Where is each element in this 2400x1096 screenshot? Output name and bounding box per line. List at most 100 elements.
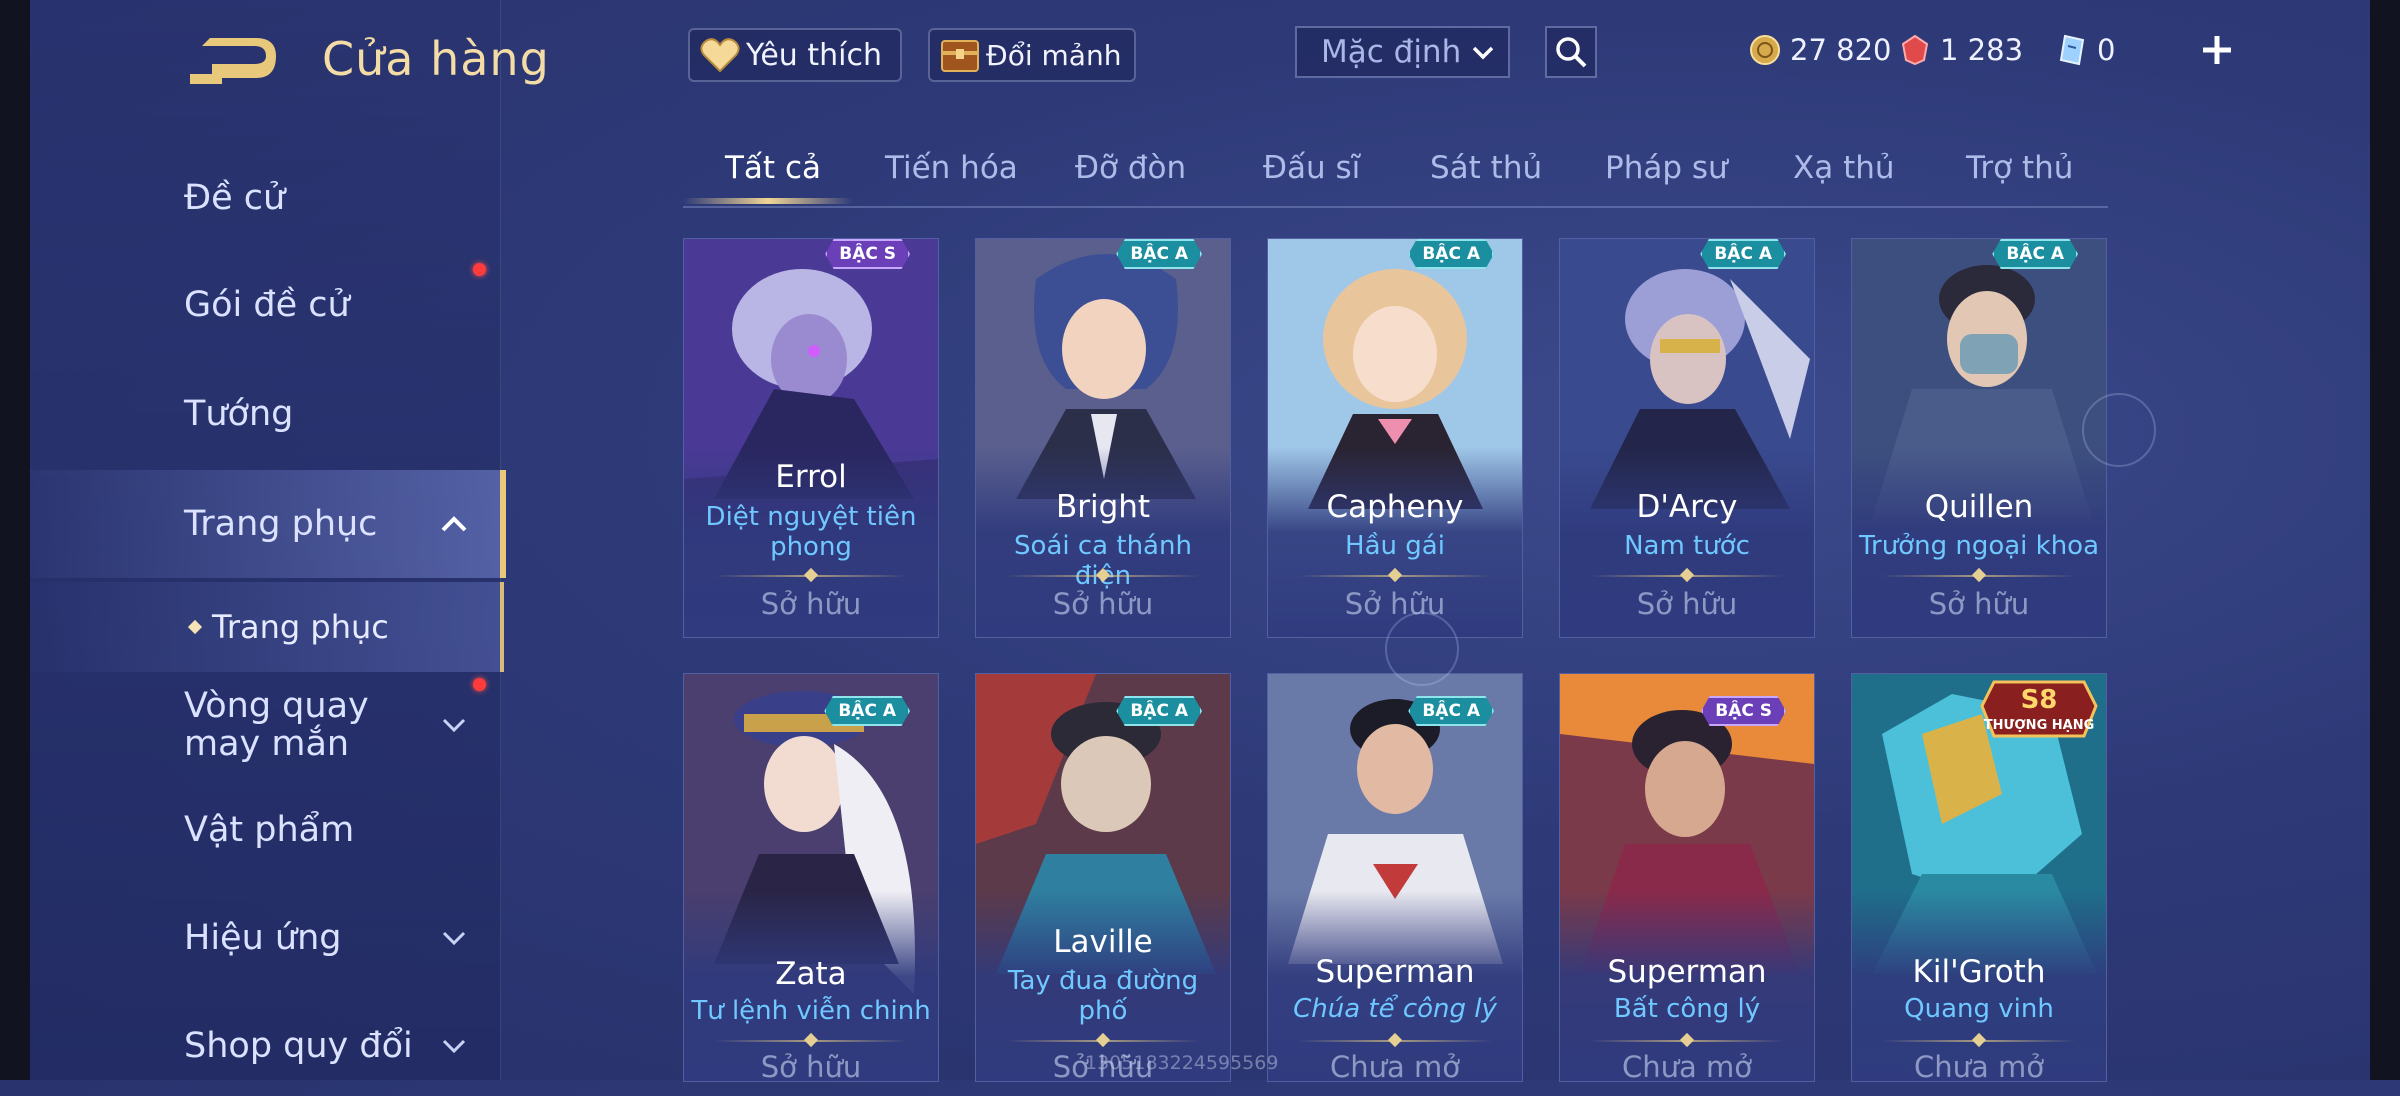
sidebar-subitem-trang-phuc[interactable]: Trang phục	[30, 582, 504, 672]
screen-edge-left	[0, 0, 30, 1080]
watermark: 1305183224595569	[1085, 1052, 1279, 1074]
svg-text:S8: S8	[2021, 685, 2058, 715]
sidebar-item-label: Đề cử	[184, 178, 286, 218]
sidebar-item-de-cu[interactable]: Đề cử	[30, 148, 500, 248]
touch-ripple	[1385, 612, 1459, 686]
rank-badge: BẬC A	[1992, 239, 2078, 269]
rank-badge: BẬC A	[1116, 239, 1202, 269]
hero-name: Zata	[775, 956, 847, 992]
sidebar-item-label: Tướng	[184, 394, 294, 434]
rank-badge: BẬC A	[1116, 696, 1202, 726]
back-button[interactable]	[180, 30, 280, 90]
hero-name: Superman	[1607, 954, 1767, 990]
hero-name: Capheny	[1326, 489, 1464, 525]
ownership-status: Chưa mở	[1914, 1050, 2044, 1082]
sidebar-item-trang-phuc[interactable]: Trang phục	[30, 470, 506, 578]
tab-warrior[interactable]: Đấu sĩ	[1263, 150, 1360, 186]
favorite-label: Yêu thích	[746, 37, 882, 73]
sidebar-item-vong-quay[interactable]: Vòng quay may mắn	[30, 672, 500, 778]
svg-text:THƯỢNG HẠNG: THƯỢNG HẠNG	[1984, 718, 2095, 733]
hero-name: Laville	[1053, 924, 1153, 960]
gold-balance: 27 820	[1748, 28, 1891, 72]
sidebar-subitem-label: Trang phục	[212, 608, 389, 646]
sidebar-item-shop-quy-doi[interactable]: Shop quy đổi	[30, 996, 500, 1096]
sidebar-item-label: Hiệu ứng	[184, 918, 342, 958]
skin-card[interactable]: BẬC A Superman Chúa tể công lý Chưa mở	[1267, 673, 1523, 1082]
rank-badge: BẬC S	[825, 239, 910, 269]
tab-all[interactable]: Tất cả	[725, 150, 821, 186]
category-tabs: Tất cả Tiến hóa Đỡ đòn Đấu sĩ Sát thủ Ph…	[683, 140, 2108, 208]
sidebar-item-goi-de-cu[interactable]: Gói đề cử	[30, 255, 500, 355]
sidebar-item-tuong[interactable]: Tướng	[30, 364, 500, 464]
skin-card[interactable]: S8 THƯỢNG HẠNG Kil'Groth Quang vinh Chưa…	[1851, 673, 2107, 1082]
skin-card[interactable]: BẬC A Quillen Trưởng ngoại khoa Sở hữu	[1851, 238, 2107, 638]
voucher-balance: 0	[2055, 28, 2115, 72]
page-title: Cửa hàng	[322, 32, 550, 86]
hero-name: Bright	[1055, 489, 1151, 525]
skin-name: Trưởng ngoại khoa	[1858, 531, 2100, 561]
red-gem-icon	[1898, 33, 1932, 67]
ownership-status: Sở hữu	[1636, 587, 1738, 621]
skin-card[interactable]: BẬC S Errol Diệt nguyệt tiên phong Sở hữ…	[683, 238, 939, 638]
gem-balance: 1 283	[1898, 28, 2023, 72]
rank-badge: BẬC A	[824, 696, 910, 726]
sidebar-item-label: Shop quy đổi	[184, 1026, 413, 1066]
favorite-button[interactable]: Yêu thích	[688, 28, 902, 82]
hero-name: D'Arcy	[1636, 489, 1738, 525]
chevron-down-icon	[440, 1032, 468, 1060]
sidebar-item-label: Trang phục	[184, 504, 378, 544]
chevron-up-icon	[440, 510, 468, 538]
sidebar-item-label: Gói đề cử	[184, 285, 350, 325]
ownership-status: Chưa mở	[1622, 1050, 1752, 1082]
tab-assassin[interactable]: Sát thủ	[1430, 150, 1542, 186]
sort-dropdown[interactable]: Mặc định	[1295, 26, 1510, 78]
tab-mage[interactable]: Pháp sư	[1605, 150, 1728, 186]
skin-name: Diệt nguyệt tiên phong	[705, 502, 917, 562]
ownership-status: Sở hữu	[760, 587, 862, 621]
skin-card[interactable]: BẬC A Bright Soái ca thánh điện Sở hữu	[975, 238, 1231, 638]
ownership-status: Chưa mở	[1330, 1050, 1460, 1082]
tab-support[interactable]: Trợ thủ	[1966, 150, 2073, 186]
chevron-down-icon	[440, 711, 468, 739]
exchange-label: Đổi mảnh	[986, 38, 1122, 72]
add-currency-button[interactable]	[2195, 28, 2239, 72]
ownership-status: Sở hữu	[1344, 587, 1446, 621]
gem-amount: 1 283	[1940, 33, 2024, 67]
plus-icon	[2203, 36, 2231, 64]
sidebar-item-vat-pham[interactable]: Vật phẩm	[30, 780, 500, 880]
hero-name: Quillen	[1924, 489, 2034, 525]
gold-coin-icon	[1748, 33, 1782, 67]
skin-card[interactable]: BẬC A Zata Tư lệnh viễn chinh Sở hữu	[683, 673, 939, 1082]
hero-name: Superman	[1315, 954, 1475, 990]
hero-name: Errol	[775, 459, 847, 495]
skin-card[interactable]: BẬC A D'Arcy Nam tước Sở hữu	[1559, 238, 1815, 638]
rank-badge: BẬC A	[1408, 239, 1494, 269]
screen-edge-right	[2370, 0, 2400, 1080]
tab-marksman[interactable]: Xạ thủ	[1793, 150, 1895, 186]
search-button[interactable]	[1545, 26, 1597, 78]
back-arrow-icon	[190, 38, 276, 84]
voucher-amount: 0	[2097, 33, 2116, 67]
skin-name: Chúa tể công lý	[1293, 994, 1497, 1024]
hero-name: Kil'Groth	[1912, 954, 2046, 990]
diamond-bullet-icon	[187, 619, 203, 635]
rank-badge: BẬC A	[1408, 696, 1494, 726]
gold-amount: 27 820	[1790, 33, 1892, 67]
sort-dropdown-value: Mặc định	[1321, 34, 1462, 70]
active-tab-indicator	[683, 198, 853, 204]
tab-evolution[interactable]: Tiến hóa	[885, 150, 1018, 186]
exchange-fragments-button[interactable]: Đổi mảnh	[928, 28, 1136, 82]
ownership-status: Sở hữu	[1052, 587, 1154, 621]
ownership-status: Sở hữu	[760, 1050, 862, 1082]
sidebar-item-hieu-ung[interactable]: Hiệu ứng	[30, 888, 500, 988]
skin-card[interactable]: BẬC A Laville Tay đua đường phố Sở hữu	[975, 673, 1231, 1082]
skin-name: Bất công lý	[1613, 994, 1761, 1024]
rank-badge: BẬC A	[1700, 239, 1786, 269]
touch-ripple	[2082, 393, 2156, 467]
blue-voucher-icon	[2055, 33, 2089, 67]
skin-card[interactable]: BẬC A Capheny Hầu gái Sở hữu	[1267, 238, 1523, 638]
rank-badge: BẬC S	[1701, 696, 1786, 726]
skin-card[interactable]: BẬC S Superman Bất công lý Chưa mở	[1559, 673, 1815, 1082]
tab-tank[interactable]: Đỡ đòn	[1075, 150, 1186, 186]
season-rank-badge: S8 THƯỢNG HẠNG	[1974, 676, 2104, 746]
